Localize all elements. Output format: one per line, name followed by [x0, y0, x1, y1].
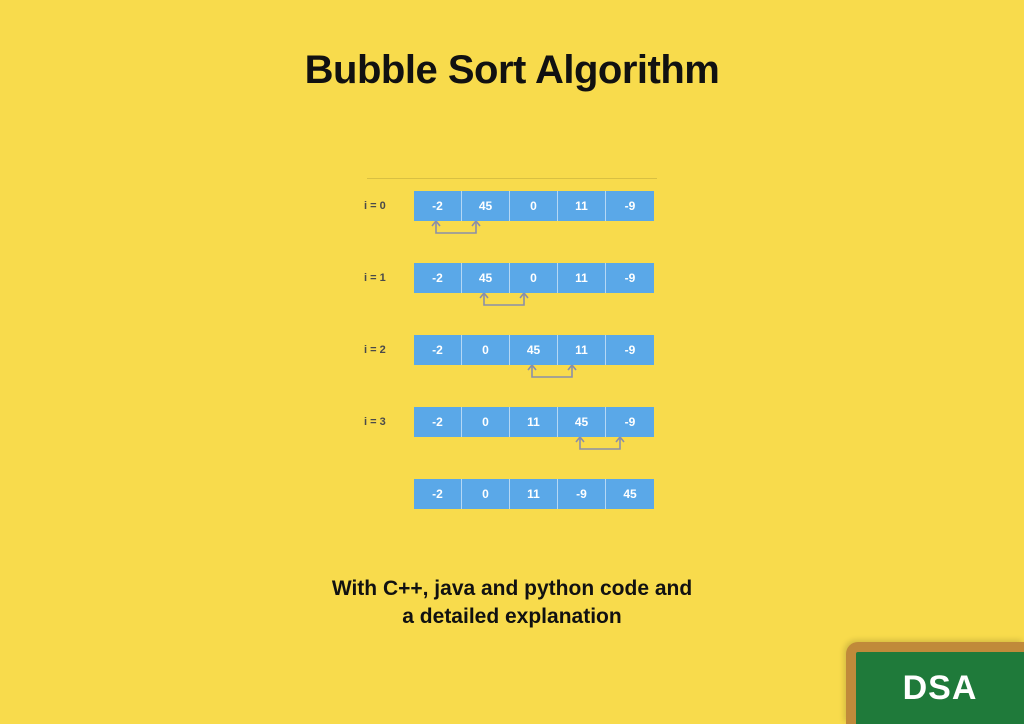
step-label: i = 3 — [362, 416, 414, 428]
step-label: i = 0 — [362, 200, 414, 212]
step-label: i = 2 — [362, 344, 414, 356]
array-cell: 45 — [606, 479, 654, 509]
array-cell: -9 — [558, 479, 606, 509]
array-cell: 0 — [510, 263, 558, 293]
array-cell: -2 — [414, 407, 462, 437]
subtitle-line: With C++, java and python code and — [332, 577, 692, 600]
array-cell: 11 — [510, 479, 558, 509]
array-cells: -2 45 0 11 -9 — [414, 263, 654, 293]
array-cell: -2 — [414, 263, 462, 293]
dsa-badge: DSA — [846, 642, 1024, 724]
divider — [367, 178, 657, 179]
swap-connector-icon — [522, 365, 582, 383]
array-cell: 11 — [558, 191, 606, 221]
array-cell: 0 — [462, 335, 510, 365]
array-cell: -9 — [606, 263, 654, 293]
array-cell: -9 — [606, 191, 654, 221]
step-row: i = 2 -2 0 45 11 -9 — [362, 335, 662, 365]
step-row: i = 3 -2 0 11 45 -9 — [362, 407, 662, 437]
subtitle-line: a detailed explanation — [402, 605, 621, 628]
swap-connector-icon — [426, 221, 486, 239]
array-cell: 45 — [558, 407, 606, 437]
swap-connector-icon — [474, 293, 534, 311]
array-cell: -2 — [414, 191, 462, 221]
step-label: i = 1 — [362, 272, 414, 284]
array-cell: -9 — [606, 407, 654, 437]
array-cell: 11 — [558, 335, 606, 365]
step-row: -2 0 11 -9 45 — [362, 479, 662, 509]
array-cell: 45 — [462, 191, 510, 221]
array-cell: 0 — [462, 407, 510, 437]
array-cells: -2 0 11 45 -9 — [414, 407, 654, 437]
array-cell: 0 — [510, 191, 558, 221]
array-cells: -2 0 45 11 -9 — [414, 335, 654, 365]
bubble-sort-diagram: i = 0 -2 45 0 11 -9 i = 1 -2 45 0 11 -9 … — [362, 178, 662, 509]
array-cell: 45 — [510, 335, 558, 365]
badge-label: DSA — [903, 669, 978, 708]
array-cell: 0 — [462, 479, 510, 509]
swap-connector-icon — [570, 437, 630, 455]
step-row: i = 0 -2 45 0 11 -9 — [362, 191, 662, 221]
array-cells: -2 45 0 11 -9 — [414, 191, 654, 221]
array-cell: -2 — [414, 335, 462, 365]
step-row: i = 1 -2 45 0 11 -9 — [362, 263, 662, 293]
subtitle: With C++, java and python code and a det… — [262, 575, 762, 632]
array-cells: -2 0 11 -9 45 — [414, 479, 654, 509]
array-cell: 11 — [558, 263, 606, 293]
array-cell: -2 — [414, 479, 462, 509]
page-title: Bubble Sort Algorithm — [0, 0, 1024, 93]
array-cell: 45 — [462, 263, 510, 293]
array-cell: -9 — [606, 335, 654, 365]
array-cell: 11 — [510, 407, 558, 437]
